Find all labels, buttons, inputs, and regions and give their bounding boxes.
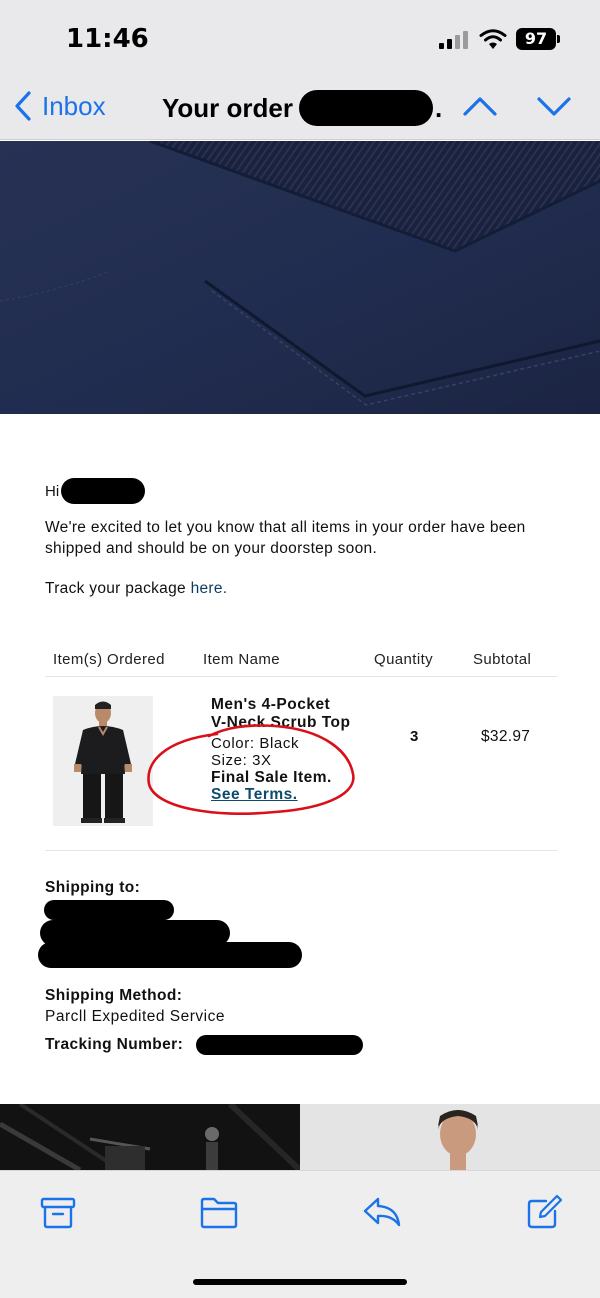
subject-text: Your order bbox=[162, 92, 293, 123]
subject-suffix: . bbox=[434, 92, 443, 123]
product-color: Color: Black bbox=[211, 735, 300, 752]
compose-button[interactable] bbox=[524, 1193, 564, 1231]
track-package-text: Track your package here. bbox=[45, 580, 227, 598]
product-size: Size: 3X bbox=[211, 752, 272, 769]
column-header-item-name: Item Name bbox=[203, 651, 280, 668]
reply-icon bbox=[363, 1197, 401, 1227]
shipping-method-label: Shipping Method: bbox=[45, 987, 183, 1004]
greeting-text: Hi bbox=[45, 482, 60, 500]
track-prefix: Track your package bbox=[45, 580, 191, 597]
home-indicator bbox=[193, 1279, 407, 1285]
column-header-quantity: Quantity bbox=[374, 651, 434, 668]
compose-icon bbox=[527, 1194, 563, 1229]
back-to-inbox-button[interactable]: Inbox bbox=[12, 88, 106, 124]
final-sale-label: Final Sale Item. bbox=[211, 769, 332, 786]
shipping-method-value: Parcll Expedited Service bbox=[45, 1008, 225, 1025]
message-subject: Your order . bbox=[162, 90, 442, 126]
cellular-signal-icon bbox=[439, 31, 469, 49]
redaction-mark bbox=[61, 478, 146, 504]
archive-button[interactable] bbox=[38, 1193, 78, 1231]
promo-image-right[interactable] bbox=[300, 1104, 600, 1170]
tracking-number-label: Tracking Number: bbox=[45, 1036, 184, 1053]
next-message-chevron-down-icon[interactable] bbox=[536, 92, 572, 120]
product-name-line1: Men's 4-Pocket bbox=[211, 696, 331, 713]
previous-message-chevron-up-icon[interactable] bbox=[462, 92, 498, 120]
move-to-folder-button[interactable] bbox=[199, 1193, 239, 1231]
chevron-left-icon bbox=[15, 91, 31, 121]
back-label: Inbox bbox=[42, 90, 106, 121]
redaction-mark bbox=[298, 90, 433, 126]
header-bar: 11:46 97 Inbox Your order . bbox=[0, 0, 600, 140]
promo-image-left[interactable] bbox=[0, 1104, 300, 1170]
wifi-icon bbox=[479, 29, 507, 49]
reply-button[interactable] bbox=[362, 1193, 402, 1231]
product-image[interactable] bbox=[53, 696, 153, 826]
battery-tip bbox=[557, 35, 560, 43]
battery-indicator: 97 bbox=[516, 28, 556, 50]
column-header-items-ordered: Item(s) Ordered bbox=[53, 651, 165, 668]
item-subtotal: $32.97 bbox=[481, 728, 531, 745]
product-name-line2: V-Neck Scrub Top bbox=[211, 714, 351, 731]
see-terms-link[interactable]: See Terms. bbox=[211, 786, 298, 804]
archive-icon bbox=[40, 1197, 76, 1229]
track-package-link[interactable]: here. bbox=[191, 580, 228, 597]
status-time: 11:46 bbox=[66, 24, 149, 54]
table-divider bbox=[45, 676, 557, 677]
column-header-subtotal: Subtotal bbox=[473, 651, 532, 668]
greeting: Hi bbox=[45, 478, 146, 504]
shipment-intro-text: We're excited to let you know that all i… bbox=[45, 519, 526, 557]
folder-icon bbox=[200, 1197, 238, 1229]
redaction-mark bbox=[44, 900, 174, 920]
product-name[interactable]: Men's 4-Pocket V-Neck Scrub Top bbox=[211, 696, 351, 732]
redaction-mark bbox=[196, 1035, 363, 1055]
shipping-to-label: Shipping to: bbox=[45, 879, 141, 896]
redaction-mark bbox=[38, 942, 302, 968]
hero-scrub-fabric-image bbox=[0, 141, 600, 414]
item-quantity: 3 bbox=[410, 728, 419, 745]
mail-toolbar bbox=[0, 1170, 600, 1298]
table-divider bbox=[45, 850, 557, 851]
